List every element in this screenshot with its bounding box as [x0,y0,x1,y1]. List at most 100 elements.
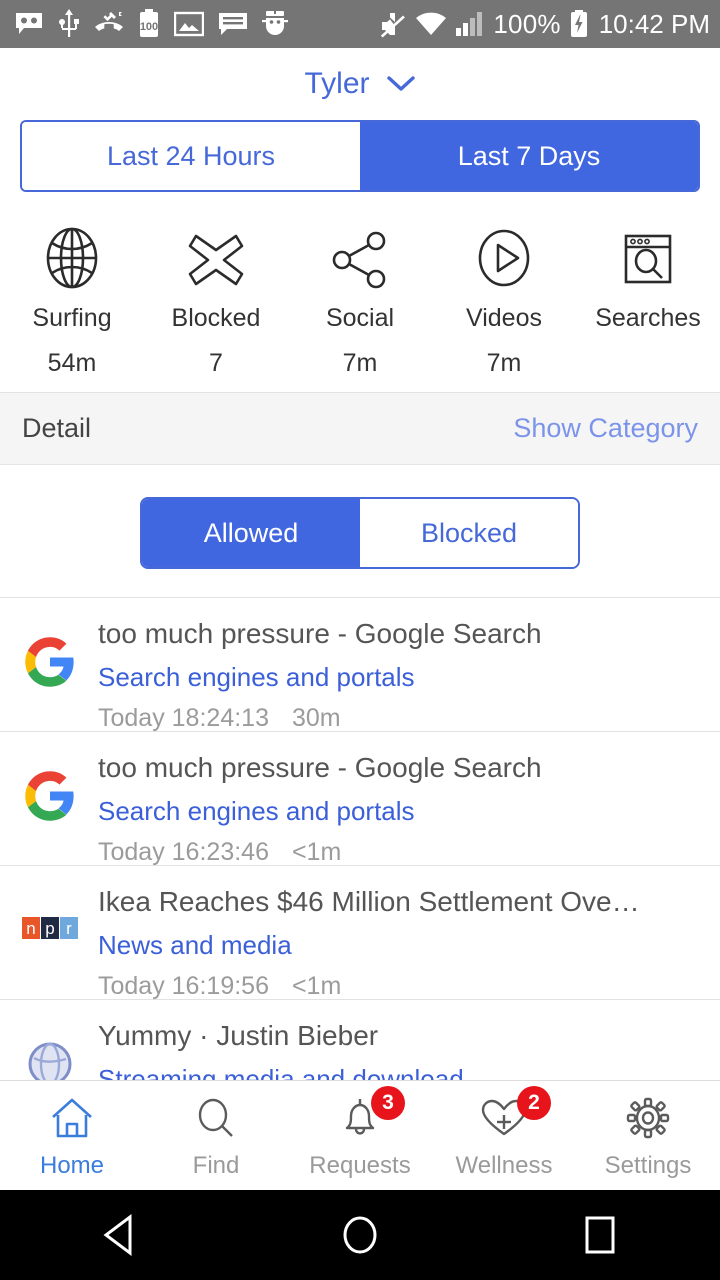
stat-value: 54m [47,349,97,377]
nav-item-requests[interactable]: 3 Requests [288,1081,432,1190]
list-item-category[interactable]: Search engines and portals [98,790,704,832]
tab-allowed[interactable]: Allowed [142,499,360,567]
browser-search-icon [618,220,678,290]
svg-text:n: n [26,919,35,938]
chevron-down-icon[interactable] [386,74,416,94]
stat-label: Searches [595,304,701,332]
list-item[interactable]: too much pressure - Google Search Search… [0,598,720,732]
nav-label: Home [39,1151,105,1179]
clock: 10:42 PM [598,8,710,39]
list-item-duration: <1m [291,972,342,1000]
triangle-back-icon [103,1214,132,1256]
bottom-navigation: Home Find 3 Requests 2 Wellness Settings [0,1080,720,1190]
list-item-duration: <1m [291,838,342,866]
stat-videos[interactable]: Videos 7m [432,220,576,378]
nav-label: Requests [309,1151,411,1179]
stat-value: 7m [342,349,378,377]
stat-label: Social [325,304,395,332]
square-recents-icon [585,1216,615,1254]
nav-label: Find [192,1151,240,1179]
list-item-meta: Today 16:23:46 <1m [98,832,704,872]
missed-call-icon [95,12,123,31]
svg-text:100: 100 [140,21,158,33]
stat-value: 7 [209,349,223,377]
home-icon [52,1098,92,1137]
npr-logo-icon: n p r [16,880,84,980]
search-icon [198,1098,233,1137]
tab-last-7-days[interactable]: Last 7 Days [360,122,698,190]
list-item-title: Yummy · Justin Bieber [98,1020,379,1051]
usb-icon [59,9,79,37]
list-item-time: Today 16:23:46 [98,838,269,866]
detail-title: Detail [22,413,92,443]
share-icon [328,220,392,290]
list-item-time: Today 16:19:56 [98,972,269,1000]
list-item-body: Ikea Reaches $46 Million Settlement Ove…… [84,880,704,1006]
stat-social[interactable]: Social 7m [288,220,432,378]
list-item-category[interactable]: Search engines and portals [98,656,704,698]
svg-text:p: p [45,919,54,938]
period-tabs: Last 24 Hours Last 7 Days [0,120,720,192]
system-back-button[interactable] [60,1212,180,1258]
debug-bug-icon [262,10,288,35]
nav-item-find[interactable]: Find [144,1081,288,1190]
status-bar-left-icons: 100 [14,9,288,39]
activity-list: too much pressure - Google Search Search… [0,597,720,1134]
detail-bar: Detail Show Category [0,393,720,465]
battery-100-icon: 100 [140,9,158,37]
profile-name: Tyler [304,67,370,100]
globe-icon [40,220,104,290]
list-item[interactable]: too much pressure - Google Search Search… [0,732,720,866]
voicemail-icon [16,13,42,34]
google-logo-icon [16,746,84,846]
svg-text:r: r [66,919,72,938]
stat-blocked[interactable]: Blocked 7 [144,220,288,378]
tab-last-24-hours[interactable]: Last 24 Hours [22,122,360,190]
x-block-icon [184,220,248,290]
battery-percent: 100% [493,8,561,39]
stat-value: 7m [486,349,522,377]
sms-icon [219,13,247,35]
system-home-button[interactable] [300,1212,420,1258]
profile-selector[interactable]: Tyler [0,48,720,120]
list-item-title: too much pressure - Google Search [98,752,542,783]
app-screen: 100 100% 10:42 PM Tyler Last 24 Hours La… [0,0,720,1280]
nav-item-settings[interactable]: Settings [576,1081,720,1190]
status-bar-right-icons: 100% 10:42 PM [381,9,710,40]
list-item-duration: 30m [291,704,341,732]
list-item-title: Ikea Reaches $46 Million Settlement Ove… [98,886,640,917]
stat-label: Surfing [32,304,112,332]
google-logo-icon [16,612,84,712]
android-system-nav [0,1190,720,1280]
wifi-icon [416,12,447,35]
list-item-time: Today 18:24:13 [98,704,269,732]
screenshot-icon [174,11,204,37]
status-bar: 100 100% 10:42 PM [0,0,720,48]
list-item-category[interactable]: News and media [98,924,704,966]
list-item-body: too much pressure - Google Search Search… [84,612,704,738]
filter-tabs: Allowed Blocked [0,465,720,597]
mute-icon [381,13,406,38]
battery-charging-icon [570,10,587,37]
list-item-body: too much pressure - Google Search Search… [84,746,704,872]
nav-label: Wellness [455,1151,553,1179]
circle-home-icon [343,1216,377,1254]
nav-label: Settings [604,1151,692,1179]
stat-searches[interactable]: Searches [576,220,720,378]
wellness-badge: 2 [517,1085,551,1120]
list-item-meta: Today 16:19:56 <1m [98,966,704,1006]
stat-label: Blocked [171,304,261,332]
requests-badge: 3 [371,1085,405,1120]
system-recents-button[interactable] [540,1212,660,1258]
stats-summary-row: Surfing 54m Blocked 7 Social 7m Videos 7… [0,220,720,393]
stat-label: Videos [466,304,542,332]
stat-surfing[interactable]: Surfing 54m [0,220,144,378]
show-category-button[interactable]: Show Category [513,413,698,444]
gear-icon [626,1097,670,1138]
list-item[interactable]: n p r Ikea Reaches $46 Million Settlemen… [0,866,720,1000]
nav-item-wellness[interactable]: 2 Wellness [432,1081,576,1190]
list-item-title: too much pressure - Google Search [98,618,542,649]
list-item-meta: Today 18:24:13 30m [98,698,704,738]
nav-item-home[interactable]: Home [0,1081,144,1190]
tab-blocked[interactable]: Blocked [360,499,578,567]
